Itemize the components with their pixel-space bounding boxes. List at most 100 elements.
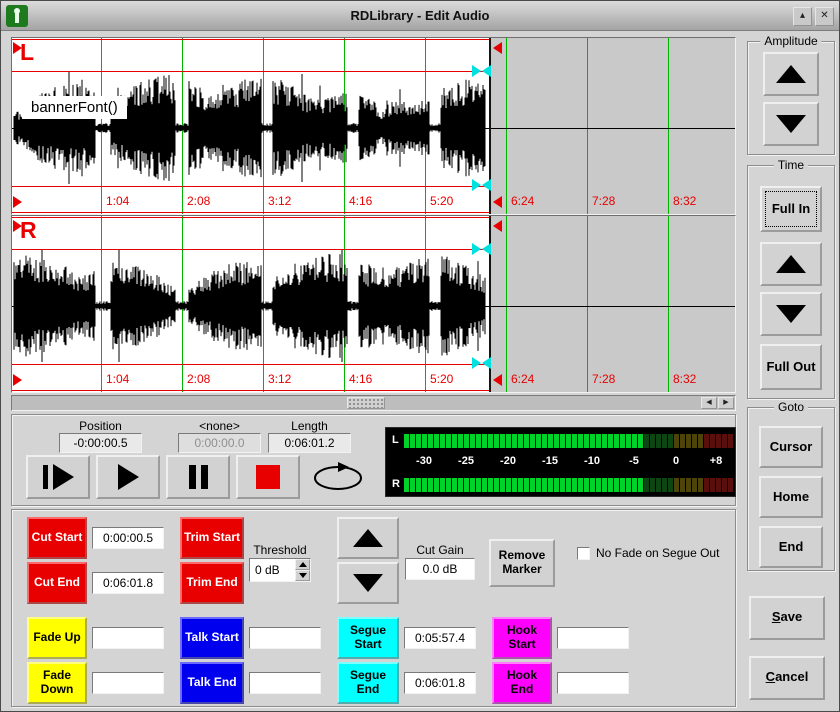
play-button[interactable] [96,455,160,499]
meter-segment [590,478,595,492]
segue-end-field[interactable]: 0:06:01.8 [404,672,476,694]
segue-end-marker[interactable] [482,243,491,255]
threshold-spinbox[interactable]: 0 dB [249,558,311,582]
segue-start-marker[interactable] [472,179,481,191]
hook-start-field[interactable] [557,627,629,649]
time-label: 6:24 [511,194,534,208]
segue-end-button[interactable]: Segue End [337,662,399,704]
play-from-start-button[interactable] [26,455,90,499]
fade-down-button[interactable]: Fade Down [27,662,87,704]
amplitude-down-button[interactable] [763,102,819,146]
segue-start-button[interactable]: Segue Start [337,617,399,659]
window-title: RDLibrary - Edit Audio [1,1,839,31]
cut-end-button[interactable]: Cut End [27,562,87,604]
cancel-button[interactable]: Cancel [749,656,825,700]
meter-segment [548,478,553,492]
amplitude-up-button[interactable] [763,52,819,96]
segue-start-marker[interactable] [472,65,481,77]
meter-segment [458,434,463,448]
talk-end-field[interactable] [249,672,321,694]
meter-scale-label: -30 [416,455,432,467]
zoom-out-button[interactable] [760,292,822,336]
goto-end-button[interactable]: End [759,526,823,568]
beyond-cut-region [491,38,735,214]
full-out-button[interactable]: Full Out [760,344,822,390]
stop-button[interactable] [236,455,300,499]
goto-home-button[interactable]: Home [759,476,823,518]
meter-segment [626,434,631,448]
cut-end-marker[interactable] [493,374,502,386]
meter-segment [650,478,655,492]
cut-line-top [12,217,491,218]
length-field[interactable]: 0:06:01.2 [268,433,351,453]
zero-axis [12,128,735,129]
meter-scale-label: 0 [673,455,679,467]
waveform-area-right[interactable]: R 1:042:083:124:165:206:247:288:32 [12,216,735,392]
shade-button[interactable]: ▴ [793,7,812,26]
loop-button[interactable] [306,455,370,499]
fade-up-field[interactable] [92,627,164,649]
full-in-button[interactable]: Full In [760,186,822,232]
segue-end-marker[interactable] [482,357,491,369]
remove-marker-button[interactable]: Remove Marker [489,539,555,587]
meter-segment [620,434,625,448]
waveform-area-left[interactable]: L bannerFont() 1:042:083:124:165:206:247… [12,38,735,214]
threshold-value[interactable]: 0 dB [250,559,295,581]
scroll-right-button[interactable]: ▶ [718,397,734,409]
gain-down-button[interactable] [337,562,399,604]
cut-end-marker[interactable] [493,42,502,54]
zoom-in-button[interactable] [760,242,822,286]
trim-end-button[interactable]: Trim End [180,562,244,604]
cut-start-marker[interactable] [13,374,22,386]
meter-segment [512,434,517,448]
close-button[interactable]: ✕ [815,7,834,26]
meter-right-label: R [392,478,400,490]
meter-segment [518,478,523,492]
trim-start-button[interactable]: Trim Start [180,517,244,559]
meter-left-label: L [392,434,399,446]
scroll-left-button[interactable]: ◀ [701,397,717,409]
hook-end-button[interactable]: Hook End [492,662,552,704]
cut-gain-field[interactable]: 0.0 dB [405,558,475,580]
goto-cursor-button[interactable]: Cursor [759,426,823,468]
cut-start-field[interactable]: 0:00:00.5 [92,527,164,549]
segue-start-field[interactable]: 0:05:57.4 [404,627,476,649]
meter-segment [410,478,415,492]
goto-group-label: Goto [774,400,808,414]
zero-axis [12,306,735,307]
meter-segment [482,434,487,448]
pause-button[interactable] [166,455,230,499]
cut-start-button[interactable]: Cut Start [27,517,87,559]
cut-end-marker[interactable] [493,196,502,208]
segue-start-marker[interactable] [472,357,481,369]
cut-end-field[interactable]: 0:06:01.8 [92,572,164,594]
time-gridline [587,38,588,214]
segue-end-marker[interactable] [482,179,491,191]
segue-end-marker[interactable] [482,65,491,77]
talk-start-field[interactable] [249,627,321,649]
threshold-up-button[interactable] [295,559,310,570]
titlebar[interactable]: RDLibrary - Edit Audio ▴ ✕ [1,1,839,31]
waveform-scrollbar[interactable]: ◀ ▶ [11,395,736,411]
hook-end-field[interactable] [557,672,629,694]
fade-up-button[interactable]: Fade Up [27,617,87,659]
segue-start-marker[interactable] [472,243,481,255]
gain-up-button[interactable] [337,517,399,559]
hook-start-button[interactable]: Hook Start [492,617,552,659]
meter-segment [716,478,721,492]
meter-segment [464,434,469,448]
talk-end-button[interactable]: Talk End [180,662,244,704]
save-button[interactable]: Save [749,596,825,640]
scrollbar-thumb[interactable] [347,397,385,409]
loop-icon [311,462,365,492]
no-fade-checkbox[interactable] [577,547,590,560]
fade-down-field[interactable] [92,672,164,694]
threshold-down-button[interactable] [295,570,310,581]
cut-end-marker[interactable] [493,220,502,232]
no-fade-checkbox-label[interactable]: No Fade on Segue Out [596,546,719,560]
talk-start-button[interactable]: Talk Start [180,617,244,659]
cut-start-marker[interactable] [13,196,22,208]
meter-segment [704,478,709,492]
position-field[interactable]: -0:00:00.5 [59,433,142,453]
meter-segment [596,434,601,448]
